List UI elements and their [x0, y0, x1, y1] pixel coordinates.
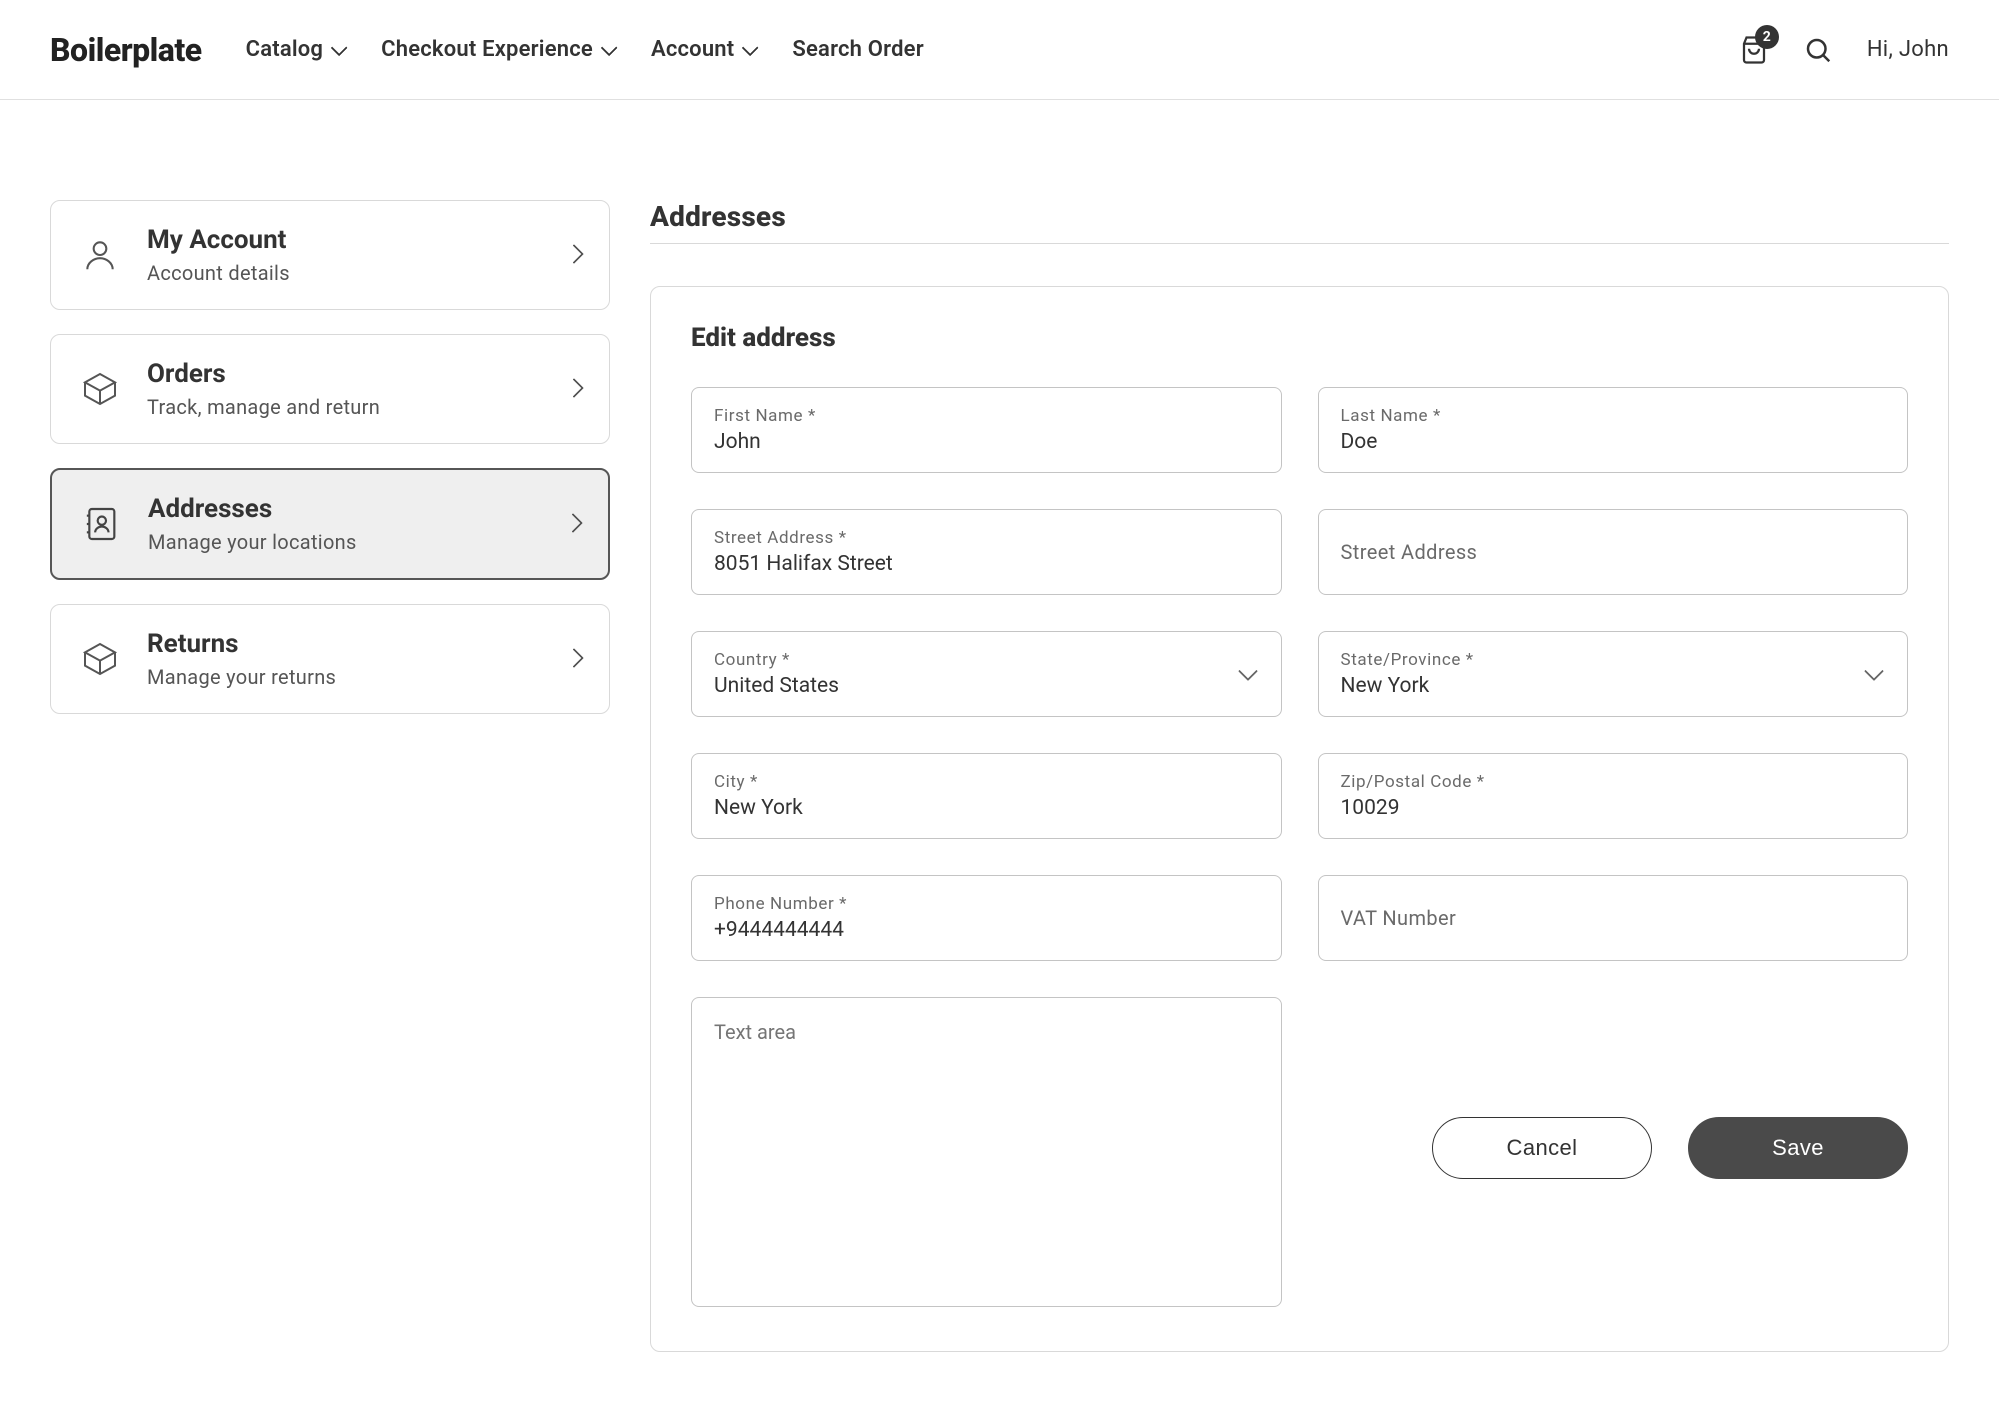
chevron-right-icon — [566, 515, 580, 534]
country-field[interactable]: Country * United States — [691, 631, 1282, 717]
nav-account[interactable]: Account — [651, 37, 754, 62]
cancel-button[interactable]: Cancel — [1432, 1117, 1652, 1179]
nav-search-order[interactable]: Search Order — [792, 37, 923, 62]
cart-button[interactable]: 2 — [1739, 35, 1769, 65]
user-icon — [79, 234, 121, 276]
sidebar-item-text: Orders Track, manage and return — [147, 359, 541, 419]
search-icon — [1803, 35, 1833, 65]
field-label: Phone Number * — [714, 894, 1259, 914]
field-label: Street Address * — [714, 528, 1259, 548]
notes-textarea[interactable] — [714, 1020, 1259, 1280]
chevron-down-icon — [597, 37, 613, 62]
last-name-field[interactable]: Last Name * — [1318, 387, 1909, 473]
sidebar-item-title: My Account — [147, 225, 541, 255]
sidebar-item-text: My Account Account details — [147, 225, 541, 285]
sidebar-item-text: Addresses Manage your locations — [148, 494, 540, 554]
nav-checkout-experience[interactable]: Checkout Experience — [381, 37, 613, 62]
field-placeholder: Street Address — [1341, 540, 1886, 564]
street-address-1-field[interactable]: Street Address * — [691, 509, 1282, 595]
field-label: First Name * — [714, 406, 1259, 426]
sidebar-item-text: Returns Manage your returns — [147, 629, 541, 689]
sidebar-item-orders[interactable]: Orders Track, manage and return — [50, 334, 610, 444]
sidebar-item-my-account[interactable]: My Account Account details — [50, 200, 610, 310]
search-button[interactable] — [1803, 35, 1833, 65]
vat-field[interactable]: VAT Number — [1318, 875, 1909, 961]
nav-catalog[interactable]: Catalog — [246, 37, 344, 62]
save-button[interactable]: Save — [1688, 1117, 1908, 1179]
last-name-input[interactable] — [1341, 430, 1886, 454]
field-label: Country * — [714, 650, 1259, 670]
main-nav: Catalog Checkout Experience Account Sear… — [246, 37, 1739, 62]
nav-checkout-label: Checkout Experience — [381, 37, 593, 62]
edit-address-panel: Edit address First Name * Last Name * St… — [650, 286, 1949, 1352]
field-label: Zip/Postal Code * — [1341, 772, 1886, 792]
street-address-1-input[interactable] — [714, 552, 1259, 576]
field-label: State/Province * — [1341, 650, 1886, 670]
nav-account-label: Account — [651, 37, 734, 62]
cart-badge: 2 — [1755, 25, 1779, 49]
sidebar-item-subtitle: Account details — [147, 261, 541, 285]
header-right: 2 Hi, John — [1739, 35, 1949, 65]
field-placeholder: VAT Number — [1341, 906, 1886, 930]
app-header: Boilerplate Catalog Checkout Experience … — [0, 0, 1999, 100]
street-address-2-field[interactable]: Street Address — [1318, 509, 1909, 595]
chevron-right-icon — [567, 380, 581, 399]
form-buttons: Cancel Save — [1318, 997, 1909, 1179]
state-field[interactable]: State/Province * New York — [1318, 631, 1909, 717]
city-input[interactable] — [714, 796, 1259, 820]
city-field[interactable]: City * — [691, 753, 1282, 839]
sidebar-item-addresses[interactable]: Addresses Manage your locations — [50, 468, 610, 580]
chevron-down-icon — [327, 37, 343, 62]
user-greeting[interactable]: Hi, John — [1867, 37, 1949, 62]
sidebar-item-title: Orders — [147, 359, 541, 389]
main-content: Addresses Edit address First Name * Last… — [650, 200, 1949, 1352]
chevron-down-icon — [738, 37, 754, 62]
account-sidebar: My Account Account details Orders Track,… — [50, 200, 610, 1352]
sidebar-item-subtitle: Manage your returns — [147, 665, 541, 689]
panel-title: Edit address — [691, 323, 1908, 353]
phone-field[interactable]: Phone Number * — [691, 875, 1282, 961]
brand-logo[interactable]: Boilerplate — [50, 31, 202, 69]
address-form-grid: First Name * Last Name * Street Address … — [691, 387, 1908, 1307]
phone-input[interactable] — [714, 918, 1259, 942]
country-value: United States — [714, 674, 1259, 698]
state-value: New York — [1341, 674, 1886, 698]
field-label: Last Name * — [1341, 406, 1886, 426]
page-title: Addresses — [650, 200, 1949, 244]
address-book-icon — [80, 503, 122, 545]
chevron-right-icon — [567, 650, 581, 669]
sidebar-item-returns[interactable]: Returns Manage your returns — [50, 604, 610, 714]
first-name-input[interactable] — [714, 430, 1259, 454]
first-name-field[interactable]: First Name * — [691, 387, 1282, 473]
page-container: My Account Account details Orders Track,… — [0, 100, 1999, 1412]
sidebar-item-subtitle: Manage your locations — [148, 530, 540, 554]
zip-field[interactable]: Zip/Postal Code * — [1318, 753, 1909, 839]
chevron-right-icon — [567, 246, 581, 265]
notes-textarea-field[interactable] — [691, 997, 1282, 1307]
sidebar-item-title: Returns — [147, 629, 541, 659]
zip-input[interactable] — [1341, 796, 1886, 820]
package-icon — [79, 368, 121, 410]
sidebar-item-subtitle: Track, manage and return — [147, 395, 541, 419]
nav-catalog-label: Catalog — [246, 37, 324, 62]
package-icon — [79, 638, 121, 680]
sidebar-item-title: Addresses — [148, 494, 540, 524]
field-label: City * — [714, 772, 1259, 792]
